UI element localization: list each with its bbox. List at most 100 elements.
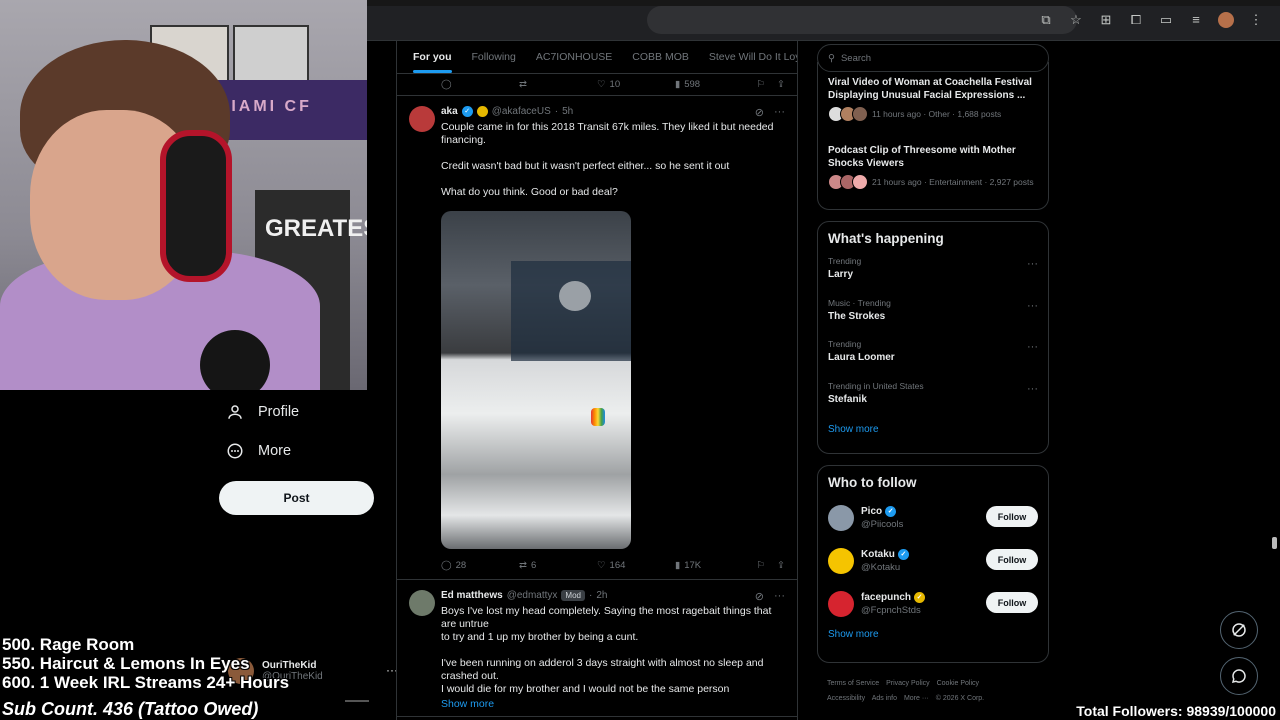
trend-name: The Strokes bbox=[828, 310, 886, 322]
tweet[interactable]: aka ✓ @akafaceUS · 5h ⊘ ··· Couple came … bbox=[397, 96, 797, 580]
reply-icon: ◯ bbox=[441, 559, 452, 571]
tweet-author-handle[interactable]: @akafaceUS bbox=[492, 106, 551, 117]
tab-for-you[interactable]: For you bbox=[403, 41, 462, 73]
show-more-link[interactable]: Show more bbox=[828, 629, 1038, 640]
whats-happening-panel: What's happening Trending Larry ··· Musi… bbox=[817, 221, 1049, 454]
follow-button[interactable]: Follow bbox=[986, 506, 1038, 527]
cast-icon[interactable]: ⧉ bbox=[1038, 12, 1054, 28]
heart-icon: ♡ bbox=[597, 559, 606, 571]
tweet[interactable]: Ed matthews @edmattyx Mod · 2h ⊘ ··· Boy… bbox=[397, 580, 797, 717]
news-item[interactable]: Viral Video of Woman at Coachella Festiv… bbox=[828, 76, 1038, 122]
footer-link[interactable]: Cookie Policy bbox=[937, 680, 979, 687]
repost-button[interactable]: ⇄ 6 bbox=[519, 560, 597, 571]
tweet-video[interactable] bbox=[441, 211, 631, 549]
share-icon[interactable]: ⇪ bbox=[777, 560, 785, 571]
avatar[interactable] bbox=[828, 590, 854, 617]
media-icon[interactable]: ≡ bbox=[1188, 12, 1204, 28]
trend-item[interactable]: Music · Trending The Strokes ··· bbox=[828, 294, 1038, 336]
poster-text: GREATEST bbox=[265, 215, 367, 242]
scrollbar[interactable] bbox=[1272, 537, 1277, 549]
like-button[interactable]: ♡ 10 bbox=[597, 79, 675, 90]
profile-icon[interactable] bbox=[1218, 12, 1234, 28]
avatar[interactable] bbox=[828, 547, 854, 574]
nav-item-label: More bbox=[258, 442, 292, 459]
like-count: 10 bbox=[609, 79, 621, 90]
more-options-icon[interactable]: ··· bbox=[774, 106, 785, 119]
follow-suggestion[interactable]: Kotaku ✓ @Kotaku Follow bbox=[828, 539, 1038, 582]
footer-copyright: © 2026 X Corp. bbox=[935, 695, 985, 702]
nav-item-profile[interactable]: Profile bbox=[220, 392, 370, 431]
tweet-time[interactable]: 2h bbox=[596, 590, 607, 601]
trend-item[interactable]: Trending in United States Stefanik ··· bbox=[828, 377, 1038, 419]
trend-item[interactable]: Trending Laura Loomer ··· bbox=[828, 335, 1038, 377]
views-button[interactable]: ▮ 598 bbox=[675, 79, 753, 90]
reply-count: 28 bbox=[455, 559, 467, 571]
follow-suggestion[interactable]: Pico ✓ @Piicools Follow bbox=[828, 496, 1038, 539]
tweet-text: Couple came in for this 2018 Transit 67k… bbox=[441, 121, 774, 198]
grok-icon[interactable]: ⊘ bbox=[755, 106, 764, 119]
bookmark-icon[interactable]: ⚐ bbox=[757, 79, 766, 90]
tab-ac7ionhouse[interactable]: AC7IONHOUSE bbox=[526, 41, 622, 73]
follow-suggestion[interactable]: facepunch ✓ @FcpnchStds Follow bbox=[828, 582, 1038, 625]
post-button[interactable]: Post bbox=[219, 481, 374, 515]
follow-button[interactable]: Follow bbox=[986, 592, 1038, 613]
separator: · bbox=[554, 105, 559, 117]
tweet-author-name[interactable]: aka bbox=[441, 106, 458, 117]
footer-link[interactable]: More ··· bbox=[904, 695, 929, 702]
repost-button[interactable]: ⇄ bbox=[519, 79, 597, 90]
browser-toolbar: ⧉ ☆ ⊞ ⧠ ▭ ≡ ⋮ bbox=[367, 0, 1280, 41]
goal-item: 600. 1 Week IRL Streams 24+ Hours bbox=[2, 673, 290, 692]
more-options-icon[interactable]: ··· bbox=[1027, 341, 1038, 353]
account-handle: @Piicools bbox=[861, 518, 904, 530]
grok-button[interactable] bbox=[1220, 611, 1258, 649]
footer-link[interactable]: Accessibility bbox=[827, 695, 865, 702]
puzzle-icon[interactable]: ⧠ bbox=[1128, 12, 1144, 28]
show-more-link[interactable]: Show more bbox=[441, 698, 785, 710]
more-options-icon[interactable]: ··· bbox=[1027, 258, 1038, 270]
footer-link[interactable]: Terms of Service bbox=[827, 680, 879, 687]
sub-count-overlay: Sub Count. 436 (Tattoo Owed) bbox=[2, 699, 259, 719]
reply-button[interactable]: ◯ 28 bbox=[441, 560, 519, 571]
show-more-link[interactable]: Show more bbox=[828, 424, 1038, 435]
webcam-feed: MIAMI CF GREATEST bbox=[0, 0, 367, 390]
news-item[interactable]: Podcast Clip of Threesome with Mother Sh… bbox=[828, 144, 1038, 190]
share-icon[interactable]: ⇪ bbox=[777, 79, 785, 90]
more-options-icon[interactable]: ··· bbox=[1027, 300, 1038, 312]
tweet-time[interactable]: 5h bbox=[562, 106, 573, 117]
verified-icon: ✓ bbox=[461, 105, 473, 117]
nav-item-more[interactable]: More bbox=[220, 431, 370, 470]
grok-icon[interactable]: ⊘ bbox=[755, 590, 764, 603]
bookmark-icon[interactable]: ⚐ bbox=[757, 560, 766, 571]
goal-item: 550. Haircut & Lemons In Eyes bbox=[2, 654, 250, 673]
views-icon: ▮ bbox=[675, 559, 681, 571]
address-bar[interactable] bbox=[647, 6, 1077, 34]
extensions-icon[interactable]: ⊞ bbox=[1098, 12, 1114, 28]
footer-link[interactable]: Privacy Policy bbox=[886, 680, 930, 687]
tweet-author-name[interactable]: Ed matthews bbox=[441, 590, 503, 601]
reply-button[interactable]: ◯ bbox=[441, 79, 519, 90]
tab-cobb-mob[interactable]: COBB MOB bbox=[622, 41, 699, 73]
like-button[interactable]: ♡ 164 bbox=[597, 560, 675, 571]
footer-link[interactable]: Ads info bbox=[872, 695, 897, 702]
more-options-icon[interactable]: ··· bbox=[1027, 383, 1038, 395]
cursor-icon bbox=[591, 408, 605, 426]
more-options-icon[interactable]: ··· bbox=[774, 590, 785, 603]
follow-button[interactable]: Follow bbox=[986, 549, 1038, 570]
news-meta: 21 hours ago · Entertainment · 2,927 pos… bbox=[872, 177, 1034, 187]
star-icon[interactable]: ☆ bbox=[1068, 12, 1084, 28]
tweet-text: Boys I've lost my head completely. Sayin… bbox=[441, 605, 772, 695]
avatar[interactable] bbox=[409, 106, 435, 132]
tab-steve-will-do-it-loyal[interactable]: Steve Will Do It Loyal bbox=[699, 41, 797, 73]
tweet-author-handle[interactable]: @edmattyx bbox=[507, 590, 558, 601]
views-icon: ▮ bbox=[675, 79, 681, 90]
reply-icon: ◯ bbox=[441, 79, 452, 90]
menu-icon[interactable]: ⋮ bbox=[1248, 12, 1264, 28]
trend-item[interactable]: Trending Larry ··· bbox=[828, 252, 1038, 294]
messages-button[interactable] bbox=[1220, 657, 1258, 695]
tab-following[interactable]: Following bbox=[462, 41, 526, 73]
like-count: 164 bbox=[609, 559, 626, 571]
avatar[interactable] bbox=[828, 504, 854, 531]
views-button[interactable]: ▮ 17K bbox=[675, 560, 753, 571]
sidebar-icon[interactable]: ▭ bbox=[1158, 12, 1174, 28]
avatar[interactable] bbox=[409, 590, 435, 616]
